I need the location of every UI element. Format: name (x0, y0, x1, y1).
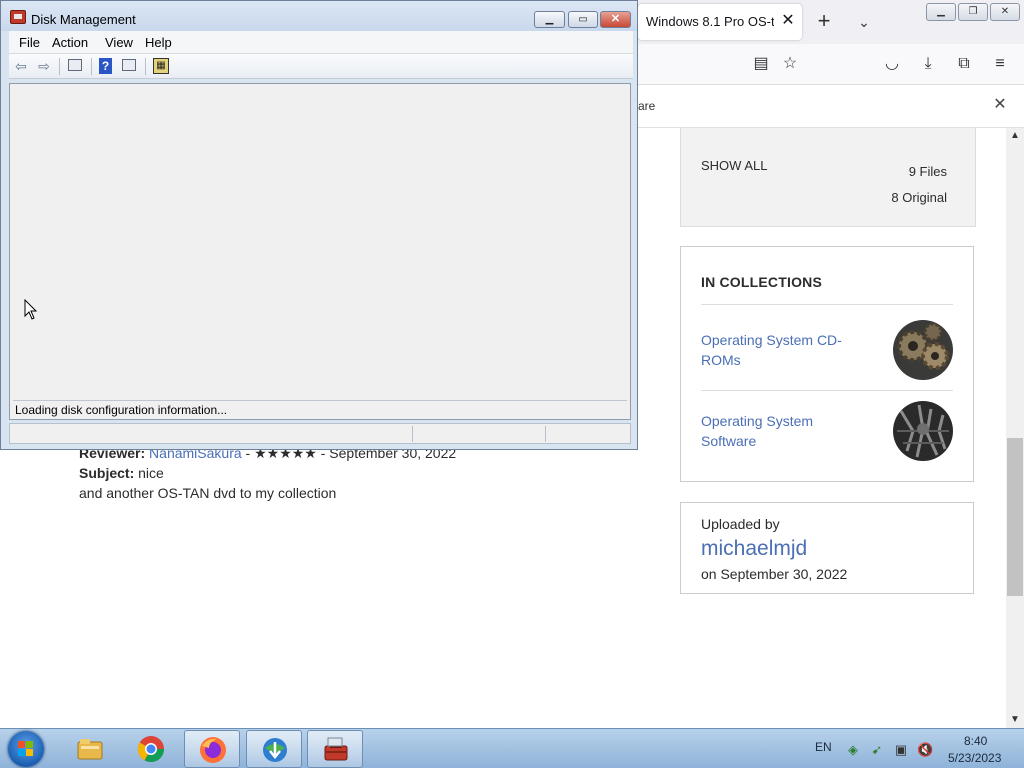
menu-action[interactable]: Action (52, 35, 88, 50)
taskbar: EN ◈ ➹ ▣ 🔇 8:40 5/23/2023 (0, 728, 1024, 768)
firefox-icon (200, 737, 226, 763)
window-title: Disk Management (31, 12, 136, 27)
menu-help[interactable]: Help (145, 35, 172, 50)
toolbar-separator (91, 58, 92, 75)
loading-message: Loading disk configuration information..… (15, 403, 228, 417)
collection-thumbnail-circuit[interactable] (893, 401, 953, 461)
menu-bar: File Action View Help (9, 31, 633, 53)
status-bar-divider (412, 426, 413, 442)
bookmark-star-icon[interactable]: ☆ (780, 54, 800, 74)
taskbar-explorer[interactable] (62, 730, 118, 768)
toolbar-separator (145, 58, 146, 75)
language-indicator[interactable]: EN (815, 740, 832, 754)
show-all-link[interactable]: SHOW ALL (701, 158, 767, 173)
scroll-down-arrow-icon[interactable]: ▼ (1006, 712, 1024, 728)
disk-management-app-icon (10, 10, 26, 24)
collection-link-cdroms[interactable]: Operating System CD-ROMs (701, 330, 861, 370)
downloads-icon[interactable]: ⤓ (918, 54, 938, 74)
collection-thumbnail-gears[interactable] (893, 320, 953, 380)
status-bar (9, 423, 631, 444)
page-scrollbar[interactable]: ▲ ▼ (1006, 128, 1024, 728)
toolbox-icon (324, 737, 348, 761)
network-globe-icon[interactable]: ◈ (845, 742, 861, 758)
subject-value: nice (138, 465, 164, 481)
menu-view[interactable]: View (105, 35, 133, 50)
reader-view-icon[interactable]: ▤ (751, 54, 771, 74)
internet-download-manager-icon (263, 738, 287, 762)
volume-muted-icon[interactable]: 🔇 (917, 742, 933, 758)
files-count: 9 Files (908, 164, 947, 179)
download-tray-icon[interactable]: ➹ (869, 742, 885, 758)
list-all-tabs-button[interactable]: ⌄ (852, 10, 876, 34)
loading-status-area: Loading disk configuration information..… (13, 400, 627, 418)
notification-text: are (638, 99, 656, 113)
disk-management-window: Disk Management ▁ ▭ ✕ File Action View H… (0, 0, 638, 450)
show-hide-console-tree-icon[interactable] (68, 59, 82, 71)
chrome-icon (137, 736, 165, 763)
uploaded-by-label: Uploaded by (701, 516, 780, 532)
notification-close-icon[interactable]: ✕ (990, 95, 1010, 115)
extensions-icon[interactable]: ⧉ (954, 54, 974, 74)
windows-logo-icon (18, 741, 34, 757)
minimize-button[interactable]: ▁ (534, 11, 565, 28)
uploader-name-link[interactable]: michaelmjd (701, 537, 807, 561)
start-button[interactable] (8, 731, 44, 767)
tab-close-icon[interactable]: ✕ (778, 11, 798, 31)
collection-link-software[interactable]: Operating System Software (701, 411, 861, 451)
toolbar: ⇦ ⇨ ? ▦ (9, 53, 633, 79)
clock-time[interactable]: 8:40 (964, 734, 987, 748)
browser-tab-title: Windows 8.1 Pro OS-tan (646, 14, 774, 29)
original-count: 8 Original (891, 190, 947, 205)
menu-file[interactable]: File (19, 35, 40, 50)
properties-icon[interactable]: ▦ (153, 58, 169, 74)
pocket-icon[interactable]: ◡ (882, 54, 902, 74)
close-button[interactable]: ✕ (600, 11, 631, 28)
collections-card: IN COLLECTIONS Operating System CD-ROMs … (680, 246, 974, 482)
toolbar-separator (59, 58, 60, 75)
status-bar-divider (545, 426, 546, 442)
taskbar-computer-management[interactable] (307, 730, 363, 768)
maximize-button[interactable]: ▭ (568, 11, 598, 28)
browser-tab[interactable]: Windows 8.1 Pro OS-tan ✕ (638, 4, 802, 40)
subject-label: Subject: (79, 465, 135, 481)
help-icon[interactable]: ? (99, 58, 112, 74)
upload-date: on September 30, 2022 (701, 566, 848, 582)
taskbar-firefox[interactable] (184, 730, 240, 768)
files-summary-card: SHOW ALL 9 Files 8 Original (680, 128, 976, 227)
taskbar-chrome[interactable] (123, 730, 179, 768)
forward-arrow-icon[interactable]: ⇨ (35, 58, 53, 74)
back-arrow-icon[interactable]: ⇦ (12, 58, 30, 74)
clock-date[interactable]: 5/23/2023 (948, 751, 1001, 765)
browser-close-button[interactable]: ✕ (990, 3, 1020, 21)
browser-restore-button[interactable]: ❐ (958, 3, 988, 21)
file-explorer-icon (77, 739, 103, 760)
uploader-card: Uploaded by michaelmjd on September 30, … (680, 502, 974, 594)
app-menu-icon[interactable]: ≡ (990, 54, 1010, 74)
divider (701, 390, 953, 391)
disk-management-titlebar[interactable]: Disk Management ▁ ▭ ✕ (1, 1, 637, 31)
collections-heading: IN COLLECTIONS (701, 274, 823, 290)
scroll-up-arrow-icon[interactable]: ▲ (1006, 128, 1024, 144)
new-tab-button[interactable]: + (812, 10, 836, 34)
divider (701, 304, 953, 305)
scroll-thumb[interactable] (1007, 438, 1023, 596)
review-body: and another OS-TAN dvd to my collection (79, 485, 337, 501)
disk-management-content-pane: Loading disk configuration information..… (9, 83, 631, 420)
browser-minimize-button[interactable]: ▁ (926, 3, 956, 21)
taskbar-download-manager[interactable] (246, 730, 302, 768)
network-icon[interactable]: ▣ (893, 742, 909, 758)
show-hide-action-pane-icon[interactable] (122, 59, 136, 71)
review-subject-line: Subject: nice (79, 465, 164, 481)
